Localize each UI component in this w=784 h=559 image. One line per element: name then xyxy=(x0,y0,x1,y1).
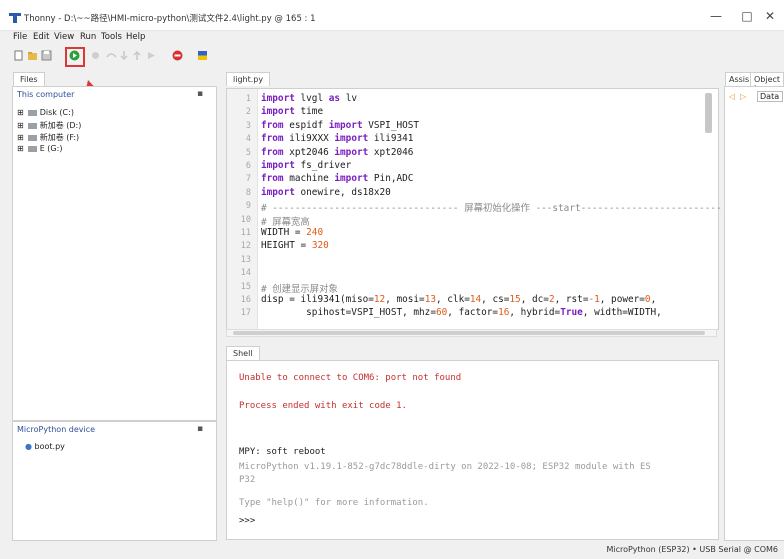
code-line: disp = ili9341(miso=12, mosi=13, clk=14,… xyxy=(261,294,657,305)
python-file-icon: ● xyxy=(25,442,32,451)
panel-menu-icon[interactable]: ▪ xyxy=(197,89,203,99)
tab-light-py[interactable]: light.py xyxy=(226,72,271,86)
line-number: 15 xyxy=(240,281,251,292)
line-number-gutter: 1 2 3 4 5 6 7 8 9 10 11 12 13 14 15 16 17 xyxy=(227,89,258,329)
code-line: from ili9XXX import ili9341 xyxy=(261,133,414,145)
line-number: 11 xyxy=(240,228,251,238)
line-number: 17 xyxy=(240,308,251,319)
line-number: 14 xyxy=(240,268,251,279)
shell-line: MicroPython v1.19.1-852-g7dc78ddle-dirty… xyxy=(239,462,651,472)
code-line: from machine import Pin,ADC xyxy=(261,173,414,185)
device-header: MicroPython device xyxy=(17,425,96,434)
drive-item[interactable]: ⊞ Disk (C:) xyxy=(17,108,74,117)
panel-menu-icon[interactable]: ▪ xyxy=(197,424,203,434)
code-line: import fs_driver xyxy=(261,160,352,171)
step-out-icon[interactable] xyxy=(132,50,143,61)
flag-icon[interactable] xyxy=(197,50,208,61)
line-number: 9 xyxy=(245,201,251,212)
files-panel: This computer ▪ ⊞ Disk (C:) ⊞ 新加卷 (D:) ⊞ 新加… xyxy=(12,86,217,421)
shell-line: Type "help()" for more information. xyxy=(239,498,429,508)
drive-icon xyxy=(27,145,37,152)
tab-assistant[interactable]: Assis xyxy=(725,72,754,86)
this-computer-label: This computer xyxy=(17,90,75,99)
window-title: Thonny - D:\~~路径\HMI-micro-python\测试文件2.… xyxy=(24,14,316,24)
line-number: 8 xyxy=(245,187,251,198)
code-line: import lvgl as lv xyxy=(261,93,357,104)
save-icon[interactable] xyxy=(41,50,52,61)
code-line: import onewire, ds18x20 xyxy=(261,186,391,198)
menu-tools[interactable]: Tools xyxy=(101,32,122,42)
shell-panel[interactable]: Unable to connect to COM6: port not foun… xyxy=(226,360,719,540)
device-panel: MicroPython device ▪ ● boot.py xyxy=(12,421,217,541)
interpreter-status[interactable]: MicroPython (ESP32) • USB Serial @ COM6 xyxy=(606,545,778,554)
code-editor[interactable]: 1 2 3 4 5 6 7 8 9 10 11 12 13 14 15 16 17 import lvgl as… xyxy=(226,88,722,330)
menu-run[interactable]: Run xyxy=(80,32,96,42)
status-bar: MicroPython (ESP32) • USB Serial @ COM6 xyxy=(0,542,784,559)
code-line: # 创建显示屏对象 xyxy=(261,283,338,295)
forward-arrow-icon[interactable]: ▷ xyxy=(740,92,746,101)
shell-line: MPY: soft reboot xyxy=(239,447,326,457)
line-number: 16 xyxy=(240,295,251,305)
new-file-icon[interactable] xyxy=(13,50,24,61)
close-button[interactable]: ✕ xyxy=(756,8,784,24)
menu-edit[interactable]: Edit xyxy=(33,32,49,42)
device-file-item[interactable]: ● boot.py xyxy=(25,442,65,451)
drive-icon xyxy=(27,122,37,129)
code-line: import time xyxy=(261,106,324,118)
code-line: # 屏幕宽高 xyxy=(261,216,310,228)
line-number: 1 xyxy=(245,94,251,104)
back-arrow-icon[interactable]: ◁ xyxy=(729,92,735,101)
code-line: spihost=VSPI_HOST, mhz=60, factor=16, hy… xyxy=(261,307,662,319)
drive-icon xyxy=(27,134,37,141)
drive-icon xyxy=(27,109,37,116)
line-number: 5 xyxy=(245,147,251,158)
line-number: 10 xyxy=(240,214,251,225)
line-number: 6 xyxy=(245,161,251,171)
line-number: 7 xyxy=(245,174,251,185)
thonny-logo-icon xyxy=(9,13,21,23)
menu-view[interactable]: View xyxy=(54,32,74,42)
shell-line: P32 xyxy=(239,475,256,485)
code-line: # --------------------------------- 屏幕初始… xyxy=(261,203,722,215)
shell-line: Unable to connect to COM6: port not foun… xyxy=(239,373,462,383)
code-line: HEIGHT = 320 xyxy=(261,240,329,252)
line-number: 12 xyxy=(240,241,251,252)
menu-help[interactable]: Help xyxy=(126,32,145,42)
drive-item[interactable]: ⊞ 新加卷 (D:) xyxy=(17,120,81,131)
code-line: from espidf import VSPI_HOST xyxy=(261,119,420,131)
code-line: WIDTH = 240 xyxy=(261,227,324,238)
assist-panel: ◁ ▷ Data xyxy=(724,86,784,541)
resume-icon[interactable] xyxy=(146,50,157,61)
open-folder-icon[interactable] xyxy=(27,50,38,61)
title-bar: Thonny - D:\~~路径\HMI-micro-python\测试文件2.… xyxy=(0,0,784,31)
line-number: 3 xyxy=(245,120,251,131)
data-field[interactable]: Data xyxy=(757,91,783,102)
minimize-button[interactable]: — xyxy=(702,8,730,24)
line-number: 13 xyxy=(240,254,251,265)
tab-shell[interactable]: Shell xyxy=(226,346,260,360)
vertical-scrollbar[interactable] xyxy=(705,93,712,133)
drive-item[interactable]: ⊞ E (G:) xyxy=(17,144,62,153)
menu-file[interactable]: File xyxy=(13,32,27,42)
scroll-thumb[interactable] xyxy=(233,331,705,335)
drive-item[interactable]: ⊞ 新加卷 (F:) xyxy=(17,132,79,143)
code-line: from xpt2046 import xpt2046 xyxy=(261,146,414,158)
shell-line: Process ended with exit code 1. xyxy=(239,401,407,411)
tab-files[interactable]: Files xyxy=(13,72,45,86)
line-number: 2 xyxy=(245,107,251,118)
horizontal-scrollbar[interactable] xyxy=(226,329,717,337)
stop-icon[interactable] xyxy=(172,50,183,61)
line-number: 4 xyxy=(245,134,251,145)
shell-line: >>> xyxy=(239,516,256,526)
